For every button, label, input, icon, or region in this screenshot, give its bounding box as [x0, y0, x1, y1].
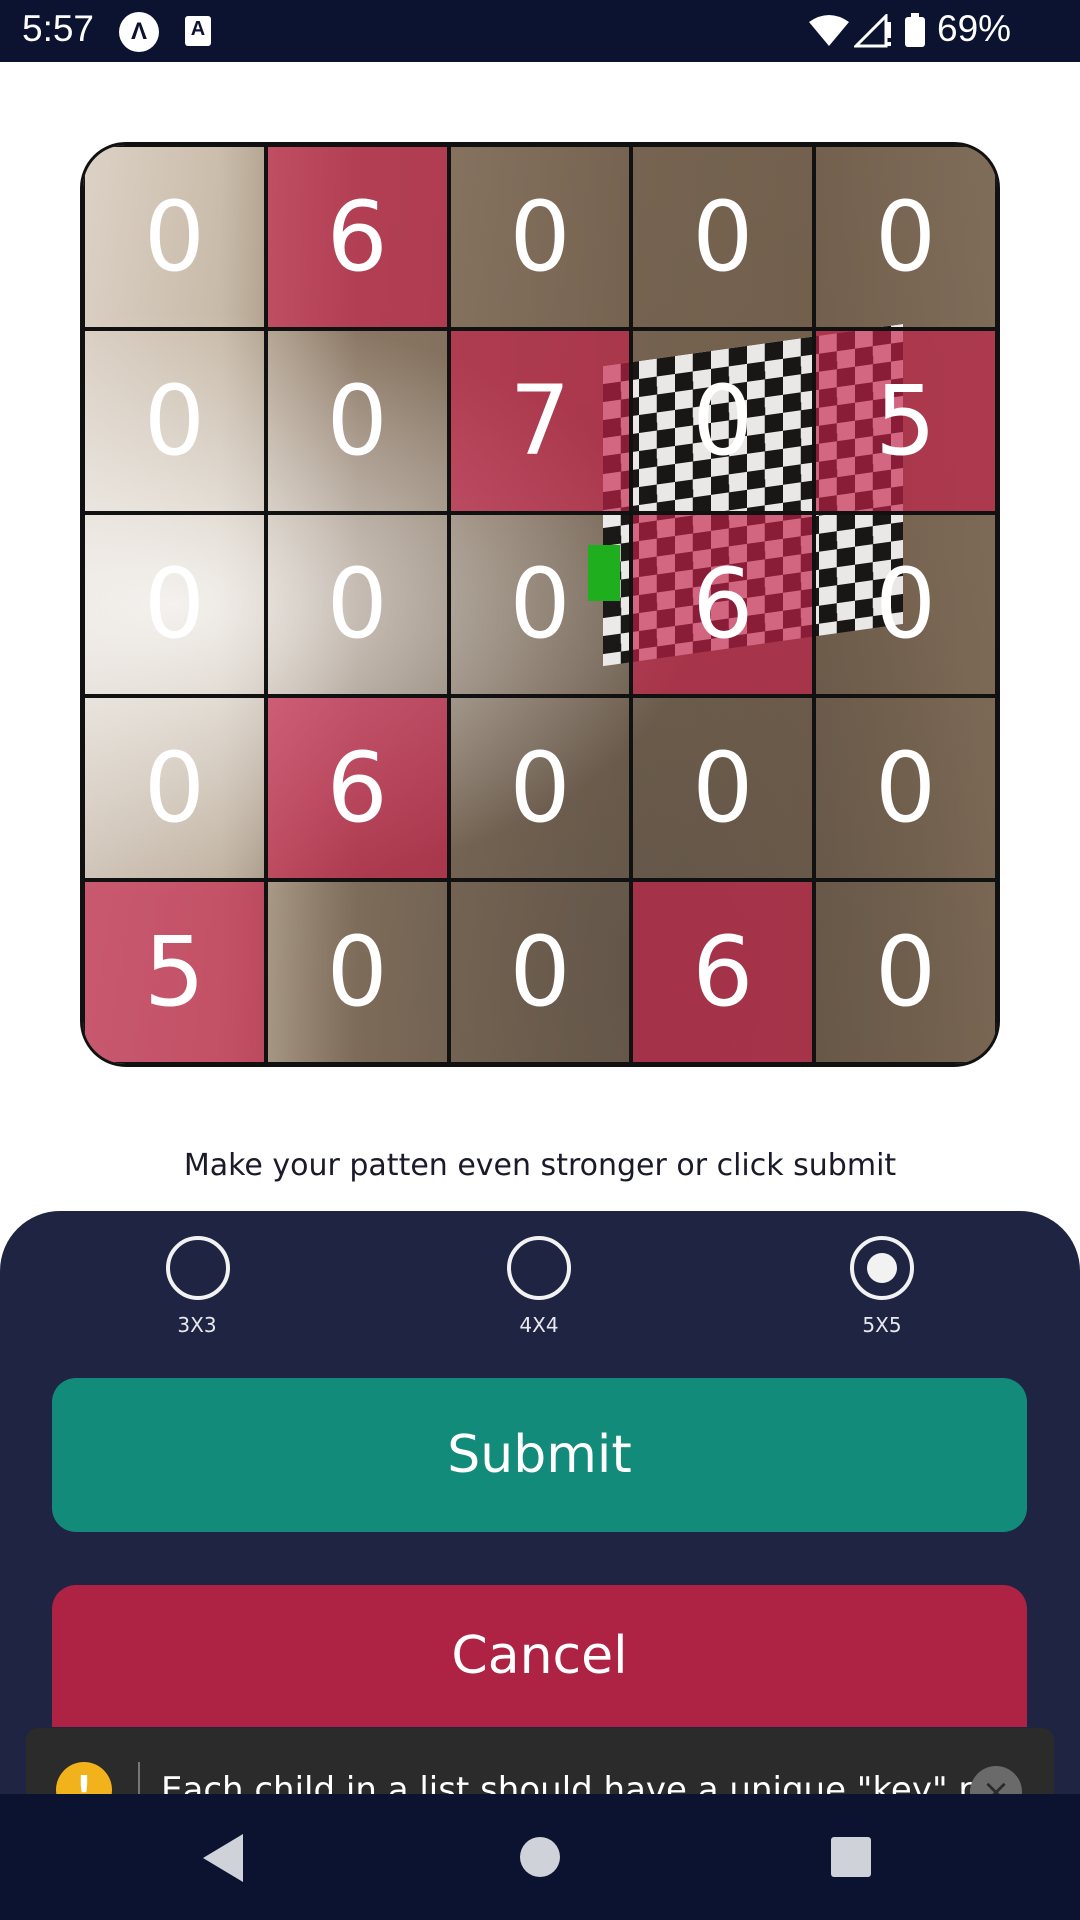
grid-cell[interactable]: 0: [83, 696, 266, 881]
submit-button[interactable]: Submit: [52, 1378, 1027, 1532]
size-3x3-radio[interactable]: [166, 1236, 230, 1300]
battery-percent: 69%: [937, 8, 1012, 49]
grid-cell[interactable]: 0: [265, 512, 449, 697]
back-icon[interactable]: [203, 1834, 243, 1882]
grid-cell[interactable]: 0: [631, 328, 815, 513]
grid-cell[interactable]: 6: [631, 880, 815, 1064]
size-5x5-radio[interactable]: [850, 1236, 914, 1300]
hint-text: Make your patten even stronger or click …: [183, 1148, 897, 1183]
grid-cell[interactable]: 0: [814, 145, 997, 329]
pattern-grid: 0600000705000600600050060: [80, 142, 1000, 1067]
recents-icon[interactable]: [831, 1837, 871, 1877]
warning-icon: !: [56, 1762, 112, 1798]
grid-cell[interactable]: 0: [83, 145, 266, 329]
grid-cell[interactable]: 0: [448, 145, 632, 329]
grid-cell[interactable]: 0: [448, 512, 632, 697]
app-notification-icon: Λ: [119, 12, 159, 52]
size-4x4-radio[interactable]: [507, 1236, 571, 1300]
signal-icon: [854, 14, 891, 48]
grid-cell[interactable]: 0: [265, 880, 449, 1064]
size-5x5-label: 5X5: [862, 1313, 902, 1337]
grid-cell[interactable]: 0: [814, 880, 997, 1064]
status-bar: 5:57 Λ A 69%: [0, 0, 1080, 62]
grid-cell[interactable]: 6: [265, 696, 449, 881]
home-icon[interactable]: [520, 1837, 560, 1877]
grid-cell[interactable]: 0: [631, 696, 815, 881]
grid-cell[interactable]: 6: [631, 512, 815, 697]
grid-cell[interactable]: 0: [83, 328, 266, 513]
notification-a-icon: A: [185, 16, 211, 46]
grid-cell[interactable]: 7: [448, 328, 632, 513]
size-3x3-label: 3X3: [177, 1313, 217, 1337]
grid-cell[interactable]: 0: [814, 512, 997, 697]
warning-toast[interactable]: ! Each child in a list should have a uni…: [26, 1728, 1054, 1798]
grid-cell[interactable]: 5: [83, 880, 266, 1064]
status-time: 5:57: [22, 8, 95, 49]
size-4x4-label: 4X4: [519, 1313, 559, 1337]
battery-icon: [905, 13, 925, 47]
grid-cell[interactable]: 6: [265, 145, 449, 329]
grid-cell[interactable]: 0: [631, 145, 815, 329]
grid-cell[interactable]: 5: [814, 328, 997, 513]
grid-cell[interactable]: 0: [265, 328, 449, 513]
toast-divider: [138, 1762, 140, 1798]
grid-cell[interactable]: 0: [448, 880, 632, 1064]
wifi-icon: [809, 15, 849, 46]
grid-cells: 0600000705000600600050060: [83, 145, 997, 1064]
navigation-bar: [0, 1794, 1080, 1920]
grid-cell[interactable]: 0: [814, 696, 997, 881]
cancel-button[interactable]: Cancel: [52, 1585, 1027, 1727]
grid-cell[interactable]: 0: [83, 512, 266, 697]
grid-cell[interactable]: 0: [448, 696, 632, 881]
